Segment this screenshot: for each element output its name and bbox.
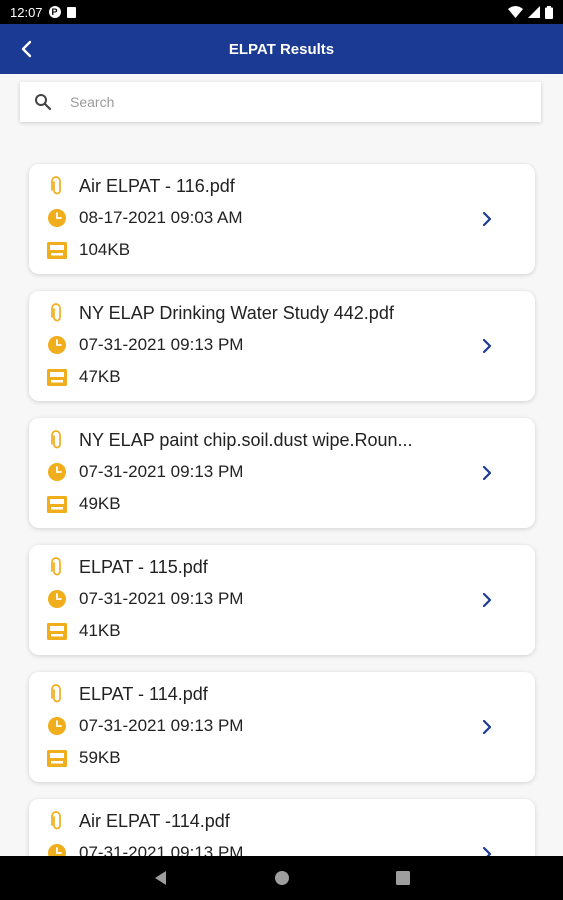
file-card[interactable]: NY ELAP paint chip.soil.dust wipe.Roun..…: [29, 418, 535, 528]
status-bar: 12:07 P: [0, 0, 563, 24]
search-icon: [35, 94, 52, 111]
file-size: 49KB: [79, 494, 121, 513]
clock-icon: [48, 336, 66, 354]
storage-icon: [47, 749, 67, 767]
file-name: NY ELAP Drinking Water Study 442.pdf: [79, 302, 394, 323]
results-list: Air ELPAT - 116.pdf 08-17-2021 09:03 AM …: [29, 164, 535, 900]
file-size: 47KB: [79, 367, 121, 386]
nav-back-button[interactable]: [150, 868, 170, 888]
file-size: 59KB: [79, 748, 121, 767]
back-button[interactable]: [10, 33, 42, 65]
app-bar: ELPAT Results: [0, 24, 563, 74]
file-card[interactable]: NY ELAP Drinking Water Study 442.pdf 07-…: [29, 291, 535, 401]
clock-icon: [48, 463, 66, 481]
wifi-icon: [508, 6, 523, 18]
chevron-right-icon: [482, 719, 492, 735]
file-date: 08-17-2021 09:03 AM: [79, 208, 243, 227]
search-bar[interactable]: [20, 82, 541, 122]
file-name: Air ELPAT - 116.pdf: [79, 175, 235, 196]
chevron-right-icon: [482, 465, 492, 481]
file-date: 07-31-2021 09:13 PM: [79, 335, 244, 354]
file-size: 41KB: [79, 621, 121, 640]
clock-icon: [48, 209, 66, 227]
nav-recents-icon: [396, 871, 410, 885]
file-card[interactable]: ELPAT - 114.pdf 07-31-2021 09:13 PM 59KB: [29, 672, 535, 782]
clock-icon: [48, 717, 66, 735]
back-arrow-icon: [21, 40, 32, 58]
file-date: 07-31-2021 09:13 PM: [79, 589, 244, 608]
chevron-right-icon: [482, 338, 492, 354]
search-input[interactable]: [70, 94, 510, 110]
storage-icon: [47, 368, 67, 386]
file-date: 07-31-2021 09:13 PM: [79, 716, 244, 735]
file-name: NY ELAP paint chip.soil.dust wipe.Roun..…: [79, 429, 413, 450]
chevron-right-icon: [482, 211, 492, 227]
sd-card-icon: [66, 6, 76, 18]
file-size: 104KB: [79, 240, 131, 259]
nav-home-icon: [275, 871, 289, 885]
signal-icon: [528, 6, 540, 18]
file-name: ELPAT - 114.pdf: [79, 683, 208, 704]
page-title: ELPAT Results: [228, 40, 335, 58]
parking-notification-icon: P: [48, 6, 61, 18]
file-name: Air ELPAT -114.pdf: [79, 810, 230, 831]
storage-icon: [47, 622, 67, 640]
chevron-right-icon: [482, 592, 492, 608]
status-time: 12:07: [10, 4, 43, 20]
paperclip-icon: [51, 811, 61, 830]
file-card[interactable]: ELPAT - 115.pdf 07-31-2021 09:13 PM 41KB: [29, 545, 535, 655]
system-nav-bar: [0, 856, 563, 900]
nav-recents-button[interactable]: [393, 868, 413, 888]
file-date: 07-31-2021 09:13 PM: [79, 462, 244, 481]
paperclip-icon: [51, 176, 61, 195]
paperclip-icon: [51, 557, 61, 576]
storage-icon: [47, 241, 67, 259]
nav-home-button[interactable]: [272, 868, 292, 888]
nav-back-icon: [155, 871, 166, 885]
paperclip-icon: [51, 303, 61, 322]
paperclip-icon: [51, 684, 61, 703]
paperclip-icon: [51, 430, 61, 449]
file-name: ELPAT - 115.pdf: [79, 556, 208, 577]
battery-icon: [545, 5, 553, 19]
storage-icon: [47, 495, 67, 513]
file-card[interactable]: Air ELPAT - 116.pdf 08-17-2021 09:03 AM …: [29, 164, 535, 274]
clock-icon: [48, 590, 66, 608]
